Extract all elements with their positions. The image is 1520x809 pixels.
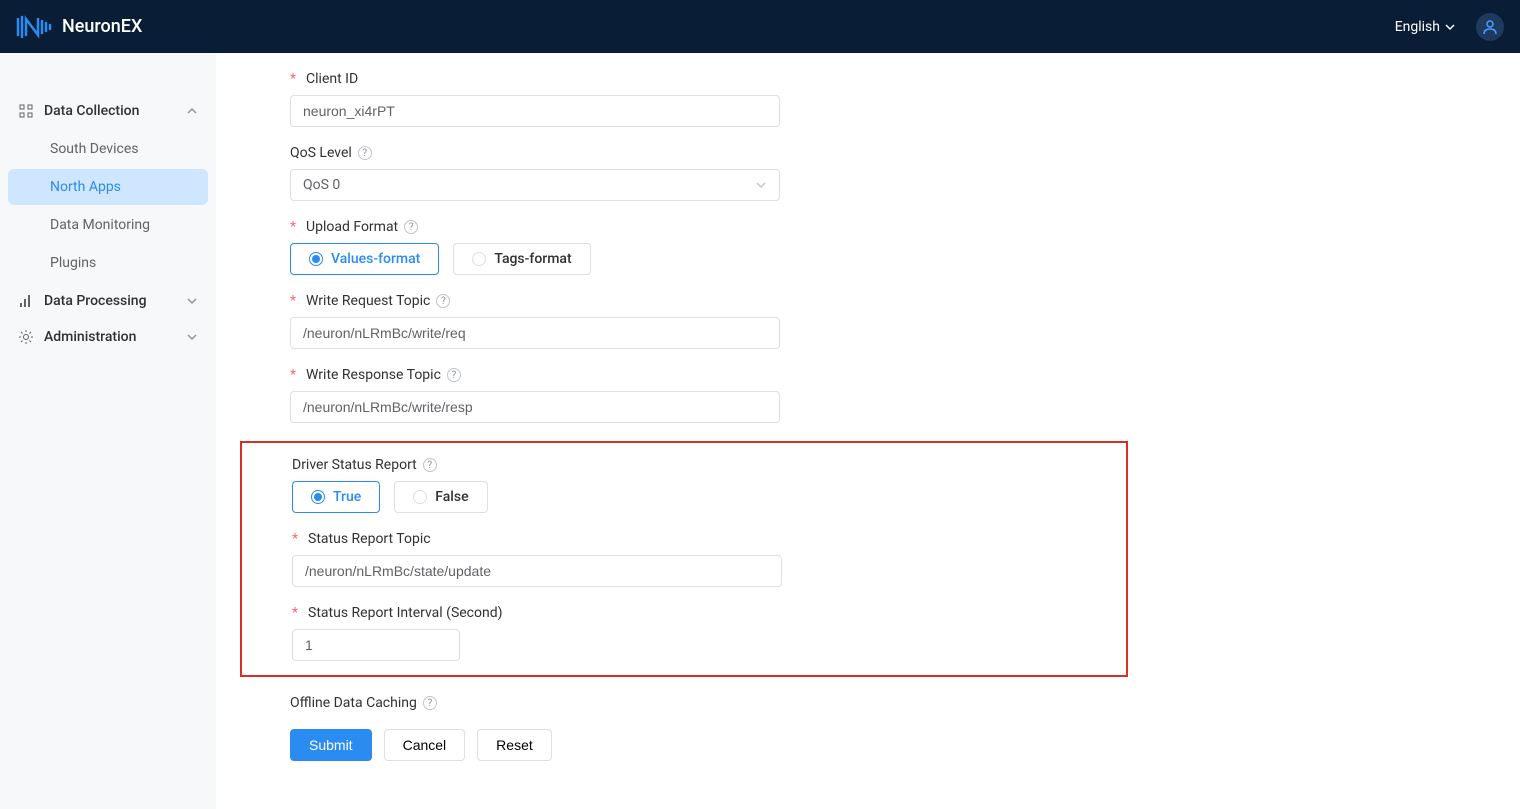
status-topic-input[interactable]	[292, 555, 782, 587]
sidebar-item-south-devices[interactable]: South Devices	[8, 131, 208, 167]
sidebar-item-plugins[interactable]: Plugins	[8, 245, 208, 281]
brand-logo-icon	[16, 13, 52, 41]
write-resp-label: Write Response Topic ?	[290, 367, 1060, 383]
radio-false[interactable]: False	[394, 481, 487, 513]
write-req-label: Write Request Topic ?	[290, 293, 1060, 309]
sidebar: Data Collection South Devices North Apps…	[0, 53, 216, 809]
user-avatar[interactable]	[1476, 13, 1504, 41]
help-icon[interactable]: ?	[423, 458, 437, 472]
upload-format-label: Upload Format ?	[290, 219, 1060, 235]
header-right: English	[1395, 13, 1504, 41]
nav-group-data-processing[interactable]: Data Processing	[0, 283, 216, 319]
offline-cache-label: Offline Data Caching ?	[290, 695, 1060, 711]
status-topic-label: Status Report Topic	[292, 531, 1076, 547]
radio-dot-icon	[309, 252, 323, 266]
field-status-interval: Status Report Interval (Second)	[292, 605, 1076, 661]
field-qos-level: QoS Level ? QoS 0	[290, 145, 1060, 201]
chevron-down-icon	[1444, 21, 1456, 33]
field-upload-format: Upload Format ? Values-format Tags-forma…	[290, 219, 1060, 275]
chevron-down-icon	[755, 179, 767, 191]
field-offline-cache: Offline Data Caching ?	[290, 695, 1060, 711]
user-icon	[1482, 19, 1498, 35]
main-content: Client ID QoS Level ? QoS 0 Upload Forma…	[216, 53, 1520, 809]
sidebar-item-data-monitoring[interactable]: Data Monitoring	[8, 207, 208, 243]
status-interval-label: Status Report Interval (Second)	[292, 605, 1076, 621]
upload-format-radio-group: Values-format Tags-format	[290, 243, 1060, 275]
radio-dot-icon	[472, 252, 486, 266]
write-resp-input[interactable]	[290, 391, 780, 423]
client-id-input[interactable]	[290, 95, 780, 127]
reset-button[interactable]: Reset	[477, 729, 552, 761]
administration-icon	[18, 329, 34, 345]
radio-dot-icon	[413, 490, 427, 504]
layout: Data Collection South Devices North Apps…	[0, 53, 1520, 809]
nav-group-label: Administration	[44, 329, 136, 345]
chevron-up-icon	[186, 105, 198, 117]
nav-group-data-collection[interactable]: Data Collection	[0, 93, 216, 129]
qos-label: QoS Level ?	[290, 145, 1060, 161]
form-buttons: Submit Cancel Reset	[290, 729, 1060, 761]
write-req-input[interactable]	[290, 317, 780, 349]
qos-select[interactable]: QoS 0	[290, 169, 780, 201]
cancel-button[interactable]: Cancel	[384, 729, 466, 761]
help-icon[interactable]: ?	[423, 696, 437, 710]
field-write-req-topic: Write Request Topic ?	[290, 293, 1060, 349]
app-header: NeuronEX English	[0, 0, 1520, 53]
submit-button[interactable]: Submit	[290, 729, 372, 761]
help-icon[interactable]: ?	[447, 368, 461, 382]
help-icon[interactable]: ?	[358, 146, 372, 160]
driver-status-radio-group: True False	[292, 481, 1076, 513]
chevron-down-icon	[186, 331, 198, 343]
field-driver-status-report: Driver Status Report ? True False	[292, 457, 1076, 513]
field-status-topic: Status Report Topic	[292, 531, 1076, 587]
radio-true[interactable]: True	[292, 481, 380, 513]
config-form: Client ID QoS Level ? QoS 0 Upload Forma…	[240, 71, 1060, 761]
radio-tags-format[interactable]: Tags-format	[453, 243, 590, 275]
language-label: English	[1395, 19, 1440, 35]
brand-name: NeuronEX	[62, 16, 142, 37]
status-interval-input[interactable]	[292, 629, 460, 661]
data-processing-icon	[18, 293, 34, 309]
radio-values-format[interactable]: Values-format	[290, 243, 439, 275]
data-collection-icon	[18, 103, 34, 119]
qos-value: QoS 0	[303, 177, 340, 193]
language-switcher[interactable]: English	[1395, 19, 1456, 35]
field-client-id: Client ID	[290, 71, 1060, 127]
sidebar-item-north-apps[interactable]: North Apps	[8, 169, 208, 205]
field-write-resp-topic: Write Response Topic ?	[290, 367, 1060, 423]
nav-group-label: Data Collection	[44, 103, 139, 119]
highlight-annotation: Driver Status Report ? True False	[240, 441, 1128, 677]
chevron-down-icon	[186, 295, 198, 307]
nav-group-label: Data Processing	[44, 293, 147, 309]
driver-status-label: Driver Status Report ?	[292, 457, 1076, 473]
client-id-label: Client ID	[290, 71, 1060, 87]
help-icon[interactable]: ?	[404, 220, 418, 234]
header-brand: NeuronEX	[16, 13, 142, 41]
help-icon[interactable]: ?	[436, 294, 450, 308]
radio-dot-icon	[311, 490, 325, 504]
nav-group-administration[interactable]: Administration	[0, 319, 216, 355]
